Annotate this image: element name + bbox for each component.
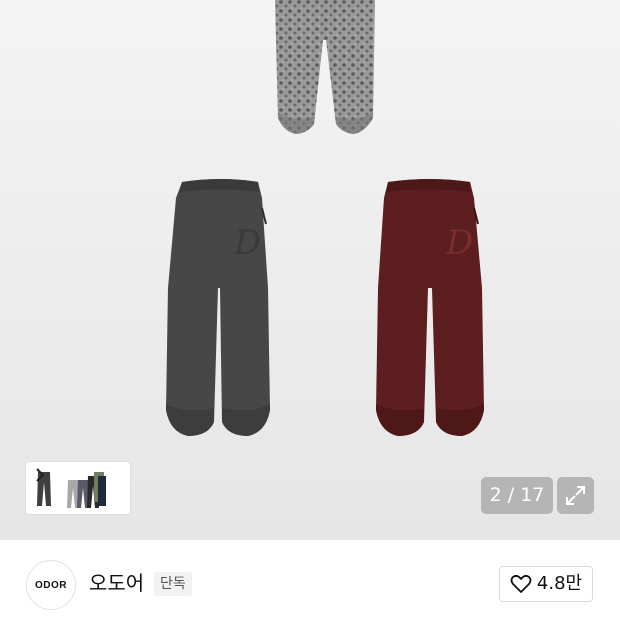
leopard-pants-image [275, 0, 375, 134]
heart-outline-icon [510, 574, 532, 593]
exclusive-badge: 단독 [154, 572, 192, 596]
brand-name[interactable]: 오도어 [89, 568, 144, 598]
product-image-gallery[interactable]: D D 2 / 17 [0, 0, 620, 540]
expand-arrows-icon [566, 486, 585, 505]
like-count: 4.8만 [536, 573, 583, 594]
brand-row: ODOR 오도어 단독 4.8만 [0, 540, 620, 620]
chevron-right-icon [36, 468, 45, 482]
svg-text:D: D [445, 223, 473, 263]
brand-like-button[interactable]: 4.8만 [499, 566, 593, 602]
burgundy-pants-image: D [376, 179, 484, 436]
brand-logo[interactable]: ODOR [26, 560, 76, 610]
svg-text:D: D [233, 223, 261, 263]
expand-image-button[interactable] [557, 477, 594, 514]
image-counter: 2 / 17 [481, 477, 553, 514]
charcoal-pants-image: D [166, 179, 270, 436]
thumbnail-preview[interactable] [26, 462, 130, 514]
